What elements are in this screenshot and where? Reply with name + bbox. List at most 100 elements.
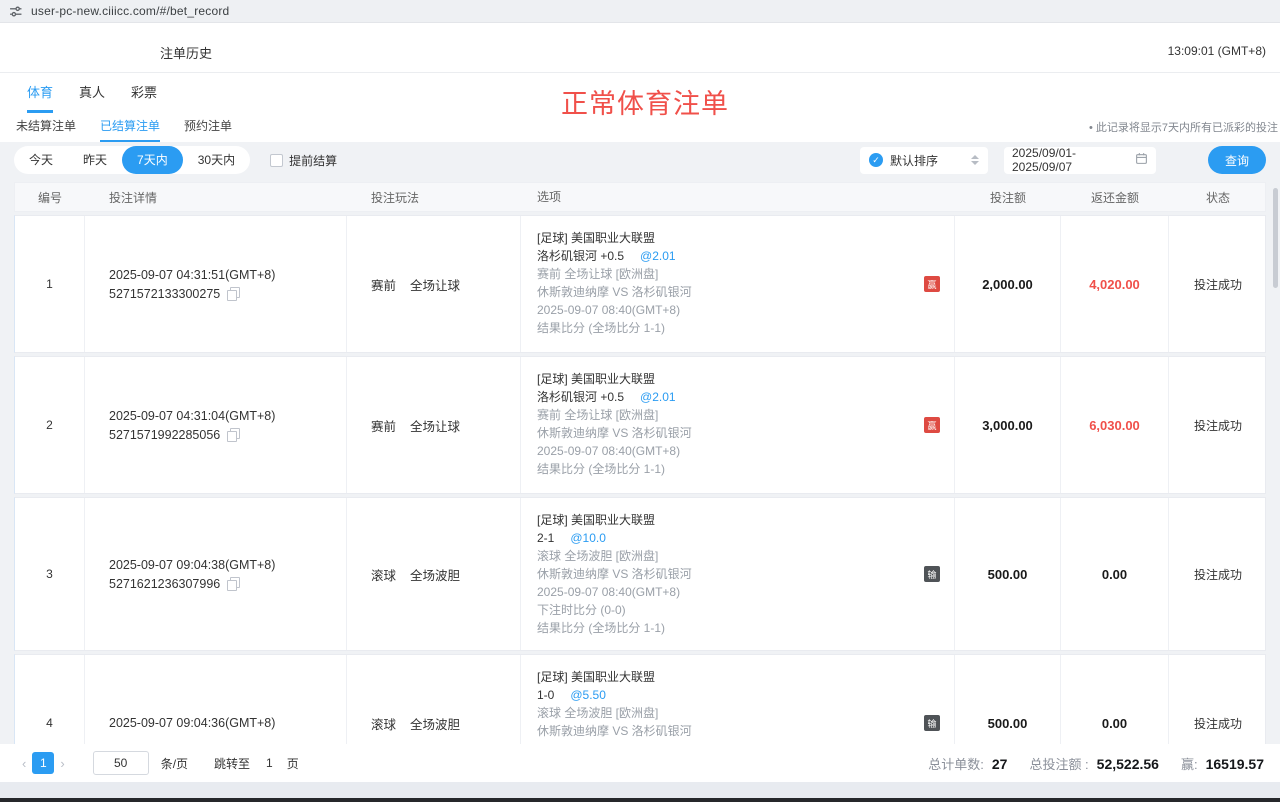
- option-lines: [足球] 美国职业大联盟洛杉矶银河 +0.5@2.01赛前 全场让球 [欧洲盘]…: [537, 229, 692, 337]
- bet-id-line: 5271572133300275: [109, 287, 239, 301]
- page-size-input[interactable]: [93, 751, 149, 775]
- scrollbar-thumb[interactable]: [1273, 188, 1278, 288]
- jump-page-value[interactable]: 1: [266, 756, 273, 770]
- status-cell: 投注成功: [1169, 216, 1267, 352]
- total-item: 总计单数:27: [928, 754, 1007, 773]
- sort-value: 默认排序: [890, 152, 938, 169]
- early-settle-checkbox[interactable]: [270, 154, 283, 167]
- sub-tab[interactable]: 预约注单: [184, 117, 232, 142]
- range-pill[interactable]: 昨天: [68, 146, 122, 174]
- totals-summary: 总计单数:27总投注额 :52,522.56赢:16519.57: [906, 754, 1264, 773]
- option-pick: 1-0: [537, 686, 554, 704]
- server-clock: 13:09:01 (GMT+8): [1168, 44, 1266, 58]
- per-page-label: 条/页: [161, 755, 188, 772]
- range-pill[interactable]: 7天内: [122, 146, 183, 174]
- option-pick: 洛杉矶银河 +0.5: [537, 388, 624, 406]
- date-range-pills: 今天昨天7天内30天内: [14, 146, 250, 174]
- sub-tab[interactable]: 未结算注单: [16, 117, 76, 142]
- copy-icon[interactable]: [227, 287, 239, 300]
- date-range-input[interactable]: 2025/09/01-2025/09/07: [1004, 147, 1156, 174]
- option-meta-line: 赛前 全场让球 [欧洲盘]: [537, 265, 692, 283]
- early-settle-filter[interactable]: 提前结算: [270, 152, 337, 169]
- main-tab[interactable]: 彩票: [131, 82, 157, 113]
- range-pill[interactable]: 今天: [14, 146, 68, 174]
- total-label: 总计单数:: [928, 754, 984, 773]
- option-lines: [足球] 美国职业大联盟1-0@5.50滚球 全场波胆 [欧洲盘]休斯敦迪纳摩 …: [537, 668, 692, 740]
- page-header: 注单历史 13:09:01 (GMT+8): [0, 23, 1280, 73]
- option-meta-line: 结果比分 (全场比分 1-1): [537, 460, 692, 478]
- option-odds: @2.01: [640, 247, 676, 265]
- next-page-button[interactable]: ›: [54, 756, 70, 771]
- sub-tabs: 未结算注单已结算注单预约注单: [16, 117, 232, 142]
- screen: user-pc-new.ciiicc.com/#/bet_record 注单历史…: [0, 0, 1280, 802]
- bet-time: 2025-09-07 04:31:51(GMT+8): [109, 268, 275, 282]
- option-odds: @10.0: [570, 529, 606, 547]
- play-token: 全场波胆: [410, 565, 460, 584]
- copy-icon[interactable]: [227, 577, 239, 590]
- bet-id: 5271621236307996: [109, 577, 220, 591]
- bet-detail-cell: 2025-09-07 09:04:38(GMT+8) 52716212363079…: [85, 498, 347, 650]
- date-range-value: 2025/09/01-2025/09/07: [1012, 146, 1135, 174]
- option-pick: 洛杉矶银河 +0.5: [537, 247, 624, 265]
- option-meta-line: 赛前 全场让球 [欧洲盘]: [537, 406, 692, 424]
- bet-play-cell: 滚球全场波胆: [347, 498, 521, 650]
- total-value: 52,522.56: [1097, 756, 1159, 772]
- play-token: 赛前: [371, 275, 396, 294]
- page-number-button[interactable]: 1: [32, 752, 54, 774]
- bet-number-cell: 1: [15, 216, 85, 352]
- option-meta-line: 结果比分 (全场比分 1-1): [537, 619, 692, 637]
- prev-page-button[interactable]: ‹: [16, 756, 32, 771]
- option-meta-line: 休斯敦迪纳摩 VS 洛杉矶银河: [537, 722, 692, 740]
- content-area: 今天昨天7天内30天内 提前结算 ✓ 默认排序 2025/09/01-2025/…: [0, 142, 1280, 802]
- stake-cell: 3,000.00: [955, 357, 1061, 493]
- option-league: [足球] 美国职业大联盟: [537, 511, 692, 529]
- option-meta-line: 休斯敦迪纳摩 VS 洛杉矶银河: [537, 424, 692, 442]
- total-value: 16519.57: [1206, 756, 1264, 772]
- jump-to-label: 跳转至: [214, 755, 250, 772]
- bet-number-cell: 2: [15, 357, 85, 493]
- column-header: 返还金额: [1061, 189, 1169, 206]
- table-body: 1 2025-09-07 04:31:51(GMT+8) 5271572133300…: [14, 215, 1266, 792]
- stake-cell: 2,000.00: [955, 216, 1061, 352]
- bet-detail-cell: 2025-09-07 04:31:04(GMT+8)52715719922850…: [85, 357, 347, 493]
- url-text[interactable]: user-pc-new.ciiicc.com/#/bet_record: [31, 4, 229, 18]
- bet-time: 2025-09-07 09:04:38(GMT+8): [109, 558, 275, 572]
- filter-bar: 今天昨天7天内30天内 提前结算 ✓ 默认排序 2025/09/01-2025/…: [14, 146, 1266, 174]
- status-cell: 投注成功: [1169, 498, 1267, 650]
- option-league: [足球] 美国职业大联盟: [537, 668, 692, 686]
- total-label: 总投注额 :: [1029, 754, 1088, 773]
- option-pick-line: 洛杉矶银河 +0.5 @2.01: [537, 247, 692, 265]
- column-header: 状态: [1169, 189, 1267, 206]
- column-header: 投注玩法: [347, 189, 521, 206]
- main-tab[interactable]: 真人: [79, 82, 105, 113]
- site-settings-icon[interactable]: [9, 5, 22, 18]
- early-settle-label: 提前结算: [289, 152, 337, 169]
- result-badge: 赢: [924, 276, 940, 292]
- option-meta-line: 2025-09-07 08:40(GMT+8): [537, 301, 692, 319]
- option-pick-line: 洛杉矶银河 +0.5@2.01: [537, 388, 692, 406]
- bet-id-line: 5271571992285056: [109, 428, 239, 442]
- bet-play-cell: 赛前全场让球: [347, 216, 521, 352]
- bet-option-cell: [足球] 美国职业大联盟2-1@10.0滚球 全场波胆 [欧洲盘]休斯敦迪纳摩 …: [521, 498, 955, 650]
- play-token: 赛前: [371, 416, 396, 435]
- option-meta-line: 下注时比分 (0-0): [537, 601, 692, 619]
- bet-id: 5271571992285056: [109, 428, 220, 442]
- sub-tab[interactable]: 已结算注单: [100, 117, 160, 142]
- option-pick-line: 1-0 @5.50: [537, 686, 692, 704]
- bottom-strip: [0, 782, 1280, 802]
- total-item: 总投注额 : 52,522.56: [1029, 754, 1159, 773]
- browser-url-bar[interactable]: user-pc-new.ciiicc.com/#/bet_record: [0, 0, 1280, 23]
- overlay-annotation-title: 正常体育注单: [561, 82, 729, 121]
- option-meta-line: 滚球 全场波胆 [欧洲盘]: [537, 547, 692, 565]
- page-title: 注单历史: [160, 43, 212, 62]
- sort-select[interactable]: ✓ 默认排序: [860, 147, 988, 174]
- payout-cell: 4,020.00: [1061, 216, 1169, 352]
- option-odds: @5.50: [570, 686, 606, 704]
- main-tab[interactable]: 体育: [27, 82, 53, 113]
- bet-number-cell: 3: [15, 498, 85, 650]
- option-meta-line: 2025-09-07 08:40(GMT+8): [537, 442, 692, 460]
- search-button[interactable]: 查询: [1208, 146, 1266, 174]
- range-pill[interactable]: 30天内: [183, 146, 250, 174]
- option-meta-line: 2025-09-07 08:40(GMT+8): [537, 583, 692, 601]
- copy-icon[interactable]: [227, 428, 239, 441]
